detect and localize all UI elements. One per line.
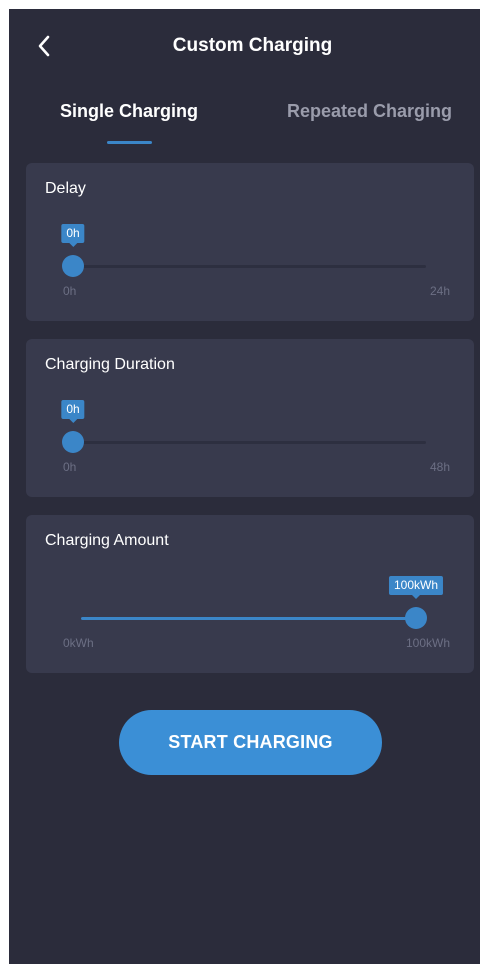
delay-label: Delay: [45, 180, 86, 197]
charging-amount-slider-fill: [81, 617, 416, 620]
charging-duration-value-bubble: 0h: [61, 400, 85, 423]
active-tab-indicator: [107, 141, 152, 144]
charging-duration-max-label: 48h: [429, 460, 450, 474]
start-charging-button[interactable]: START CHARGING: [119, 710, 382, 775]
delay-value-bubble: 0h: [61, 224, 85, 247]
charging-amount-slider-thumb[interactable]: [405, 607, 427, 629]
charging-amount-label: Charging Amount: [45, 532, 169, 549]
header: Custom Charging: [9, 9, 480, 85]
charging-duration-slider-track[interactable]: [73, 441, 426, 444]
charging-amount-min-label: 0kWh: [63, 636, 94, 650]
charging-duration-label: Charging Duration: [45, 356, 175, 373]
custom-charging-screen: Custom Charging Single Charging Repeated…: [9, 9, 480, 964]
delay-slider-thumb[interactable]: [62, 255, 84, 277]
tab-single-charging[interactable]: Single Charging: [60, 101, 198, 122]
page-title: Custom Charging: [172, 35, 333, 56]
charging-amount-slider-track[interactable]: [81, 617, 416, 620]
charging-amount-card: Charging Amount 100kWh 0kWh 100kWh: [26, 515, 474, 673]
charging-amount-max-label: 100kWh: [405, 636, 450, 650]
charging-duration-slider-thumb[interactable]: [62, 431, 84, 453]
delay-slider-track[interactable]: [73, 265, 426, 268]
delay-min-label: 0h: [63, 284, 77, 298]
charging-amount-value-bubble: 100kWh: [388, 576, 444, 599]
tab-repeated-charging[interactable]: Repeated Charging: [287, 101, 452, 122]
tab-bar: Single Charging Repeated Charging: [9, 95, 480, 155]
delay-max-label: 24h: [429, 284, 450, 298]
delay-card: Delay 0h 0h 24h: [26, 163, 474, 321]
charging-duration-card: Charging Duration 0h 0h 48h: [26, 339, 474, 497]
charging-duration-min-label: 0h: [63, 460, 77, 474]
